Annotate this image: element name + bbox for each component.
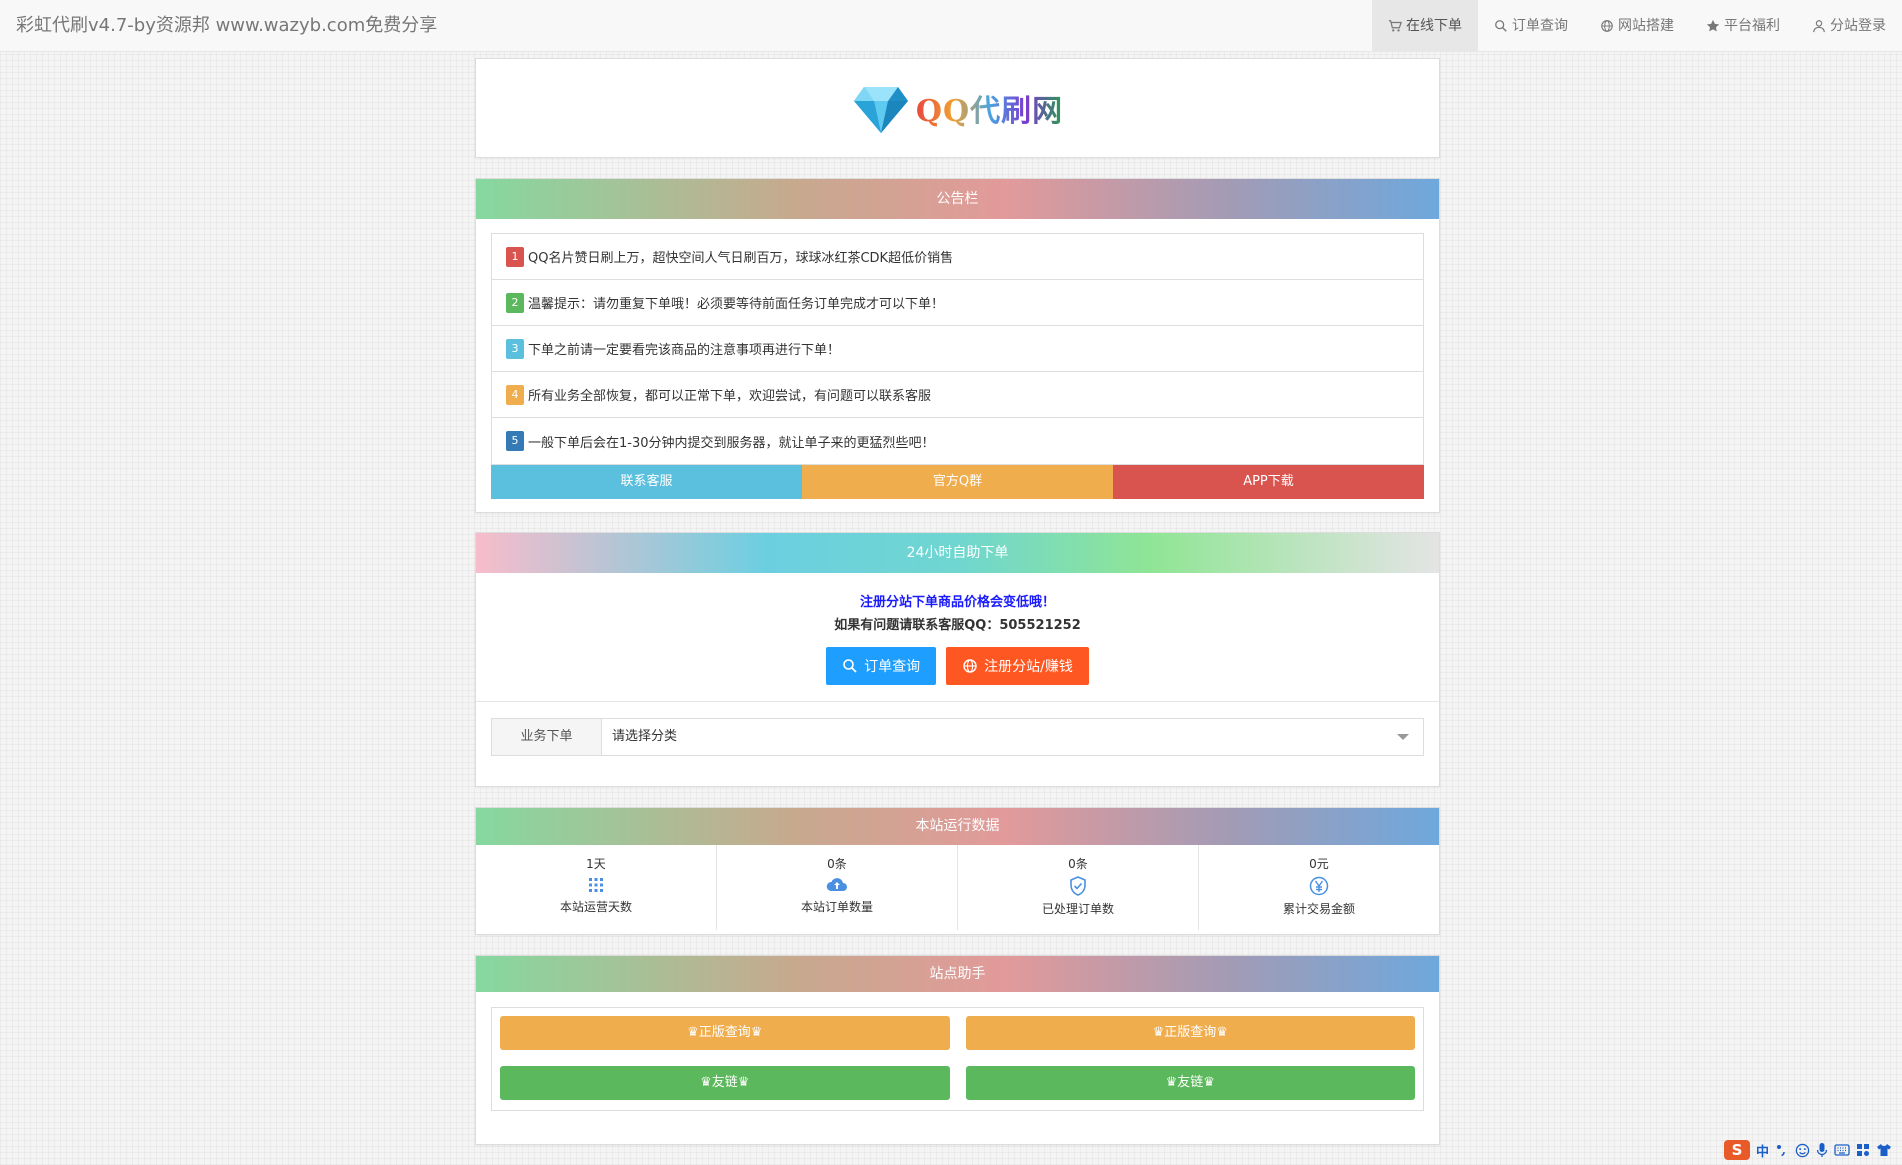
logo[interactable]: QQ代刷网 bbox=[476, 59, 1439, 157]
register-substation-button[interactable]: 注册分站/赚钱 bbox=[946, 647, 1089, 685]
cloud-upload-icon bbox=[826, 878, 847, 891]
nav-item-order[interactable]: 在线下单 bbox=[1372, 0, 1478, 52]
notice-text: 下单之前请一定要看完该商品的注意事项再进行下单！ bbox=[528, 343, 841, 358]
order-query-label: 订单查询 bbox=[864, 659, 921, 675]
notice-number-badge: 5 bbox=[506, 431, 524, 451]
official-qq-group-button[interactable]: 官方Q群 bbox=[802, 465, 1113, 499]
list-item: 3 下单之前请一定要看完该商品的注意事项再进行下单！ bbox=[492, 326, 1423, 372]
category-select-row: 业务下单 请选择分类 bbox=[491, 718, 1424, 756]
grid-icon bbox=[589, 878, 603, 892]
search-icon bbox=[1495, 20, 1507, 32]
stats-grid: 1天 本站运营天数 0条 本站订单数量 0条 已处理订单数 0元 累计交易金额 bbox=[476, 845, 1439, 930]
skin-icon[interactable] bbox=[1876, 1143, 1892, 1157]
nav-item-build[interactable]: 网站搭建 bbox=[1584, 0, 1690, 52]
chevron-down-icon bbox=[1397, 734, 1409, 740]
notice-number-badge: 3 bbox=[506, 338, 524, 359]
nav-item-welfare[interactable]: 平台福利 bbox=[1690, 0, 1796, 52]
stat-value: 1天 bbox=[586, 857, 606, 871]
contact-tip: 如果有问题请联系客服QQ：505521252 bbox=[834, 618, 1081, 633]
helper-panel: 站点助手 ♛正版查询♛ ♛正版查询♛ ♛友链♛ ♛友链♛ bbox=[475, 955, 1440, 1145]
ime-toolbar: S 中 bbox=[1723, 1139, 1892, 1161]
app-download-button[interactable]: APP下载 bbox=[1113, 465, 1424, 499]
globe-icon bbox=[1601, 20, 1613, 32]
category-select-label: 业务下单 bbox=[492, 719, 602, 755]
user-icon bbox=[1813, 20, 1825, 33]
stat-label: 累计交易金额 bbox=[1282, 902, 1355, 916]
order-query-button[interactable]: 订单查询 bbox=[826, 647, 937, 685]
stat-trade-amount: 0元 累计交易金额 bbox=[1199, 845, 1439, 930]
helper-box: ♛正版查询♛ ♛正版查询♛ ♛友链♛ ♛友链♛ bbox=[491, 1007, 1424, 1111]
stat-label: 本站订单数量 bbox=[800, 900, 873, 914]
genuine-query-button[interactable]: ♛正版查询♛ bbox=[965, 1016, 1415, 1050]
star-icon bbox=[1706, 19, 1720, 32]
register-substation-label: 注册分站/赚钱 bbox=[984, 659, 1073, 675]
list-item: 5 一般下单后会在1-30分钟内提交到服务器，就让单子来的更猛烈些吧！ bbox=[492, 418, 1423, 464]
divider bbox=[476, 701, 1439, 702]
punctuation-icon[interactable] bbox=[1775, 1143, 1789, 1157]
stat-value: 0条 bbox=[827, 857, 847, 871]
notice-text: 所有业务全部恢复，都可以正常下单，欢迎尝试，有问题可以联系客服 bbox=[528, 389, 932, 404]
list-item: 2 温馨提示：请勿重复下单哦！必须要等待前面任务订单完成才可以下单！ bbox=[492, 280, 1423, 326]
shield-check-icon bbox=[1070, 876, 1086, 896]
stat-order-count: 0条 本站订单数量 bbox=[717, 845, 958, 930]
grid-menu-icon[interactable] bbox=[1856, 1143, 1870, 1157]
stat-processed-orders: 0条 已处理订单数 bbox=[958, 845, 1199, 930]
order-title: 24小时自助下单 bbox=[476, 533, 1439, 573]
nav-item-label: 分站登录 bbox=[1830, 18, 1886, 34]
nav-item-label: 在线下单 bbox=[1406, 18, 1462, 34]
notice-number-badge: 4 bbox=[506, 384, 524, 405]
stat-label: 本站运营天数 bbox=[559, 900, 632, 914]
list-item: 4 所有业务全部恢复，都可以正常下单，欢迎尝试，有问题可以联系客服 bbox=[492, 372, 1423, 418]
notice-button-row: 联系客服 官方Q群 APP下载 bbox=[491, 465, 1424, 499]
stat-running-days: 1天 本站运营天数 bbox=[476, 845, 717, 930]
friend-link-button[interactable]: ♛友链♛ bbox=[965, 1066, 1415, 1100]
cart-icon bbox=[1388, 20, 1402, 32]
search-icon bbox=[843, 659, 857, 673]
ime-logo[interactable]: S bbox=[1723, 1140, 1750, 1160]
category-select-value: 请选择分类 bbox=[612, 729, 678, 744]
stat-value: 0条 bbox=[1068, 857, 1088, 871]
nav-item-query[interactable]: 订单查询 bbox=[1478, 0, 1584, 52]
stat-value: 0元 bbox=[1309, 857, 1329, 871]
emoji-icon[interactable] bbox=[1795, 1143, 1810, 1158]
category-select[interactable]: 请选择分类 bbox=[602, 719, 1423, 755]
nav-item-label: 订单查询 bbox=[1512, 18, 1568, 34]
stats-panel: 本站运行数据 1天 本站运营天数 0条 本站订单数量 0条 已处理订单数 0元 … bbox=[475, 807, 1440, 935]
logo-panel: QQ代刷网 bbox=[475, 58, 1440, 158]
order-actions: 订单查询 注册分站/赚钱 bbox=[476, 647, 1439, 685]
notice-title: 公告栏 bbox=[476, 179, 1439, 219]
nav-item-label: 平台福利 bbox=[1724, 18, 1780, 34]
nav-item-label: 网站搭建 bbox=[1618, 18, 1674, 34]
notice-list: 1 QQ名片赞日刷上万，超快空间人气日刷百万，球球冰红茶CDK超低价销售 2 温… bbox=[491, 233, 1424, 465]
logo-text: QQ代刷网 bbox=[916, 86, 1063, 130]
microphone-icon[interactable] bbox=[1816, 1142, 1828, 1158]
notice-panel: 公告栏 1 QQ名片赞日刷上万，超快空间人气日刷百万，球球冰红茶CDK超低价销售… bbox=[475, 178, 1440, 513]
ime-mode[interactable]: 中 bbox=[1756, 1141, 1769, 1160]
nav-item-login[interactable]: 分站登录 bbox=[1796, 0, 1902, 52]
list-item: 1 QQ名片赞日刷上万，超快空间人气日刷百万，球球冰红茶CDK超低价销售 bbox=[492, 234, 1423, 280]
register-tip: 注册分站下单商品价格会变低哦！ bbox=[859, 595, 1055, 610]
keyboard-icon[interactable] bbox=[1834, 1143, 1850, 1157]
helper-grid: ♛正版查询♛ ♛正版查询♛ ♛友链♛ ♛友链♛ bbox=[500, 1016, 1415, 1110]
notice-text: 一般下单后会在1-30分钟内提交到服务器，就让单子来的更猛烈些吧！ bbox=[528, 435, 935, 451]
site-brand[interactable]: 彩虹代刷v4.7-by资源邦 www.wazyb.com免费分享 bbox=[16, 0, 437, 52]
nav-menu: 在线下单 订单查询 网站搭建 平台福利 分站登录 bbox=[1372, 0, 1902, 52]
notice-text: QQ名片赞日刷上万，超快空间人气日刷百万，球球冰红茶CDK超低价销售 bbox=[528, 251, 954, 266]
stat-label: 已处理订单数 bbox=[1041, 902, 1114, 916]
yen-icon bbox=[1309, 876, 1329, 896]
diamond-icon bbox=[853, 87, 908, 133]
globe-icon bbox=[963, 659, 977, 673]
stats-title: 本站运行数据 bbox=[476, 808, 1439, 845]
helper-title: 站点助手 bbox=[476, 956, 1439, 992]
genuine-query-button[interactable]: ♛正版查询♛ bbox=[500, 1016, 950, 1050]
friend-link-button[interactable]: ♛友链♛ bbox=[500, 1066, 950, 1100]
order-panel: 24小时自助下单 注册分站下单商品价格会变低哦！ 如果有问题请联系客服QQ：50… bbox=[475, 532, 1440, 787]
top-navbar: 彩虹代刷v4.7-by资源邦 www.wazyb.com免费分享 在线下单 订单… bbox=[0, 0, 1902, 52]
contact-service-button[interactable]: 联系客服 bbox=[491, 465, 802, 499]
notice-number-badge: 2 bbox=[506, 292, 524, 313]
notice-number-badge: 1 bbox=[506, 246, 524, 267]
notice-text: 温馨提示：请勿重复下单哦！必须要等待前面任务订单完成才可以下单！ bbox=[528, 297, 945, 312]
